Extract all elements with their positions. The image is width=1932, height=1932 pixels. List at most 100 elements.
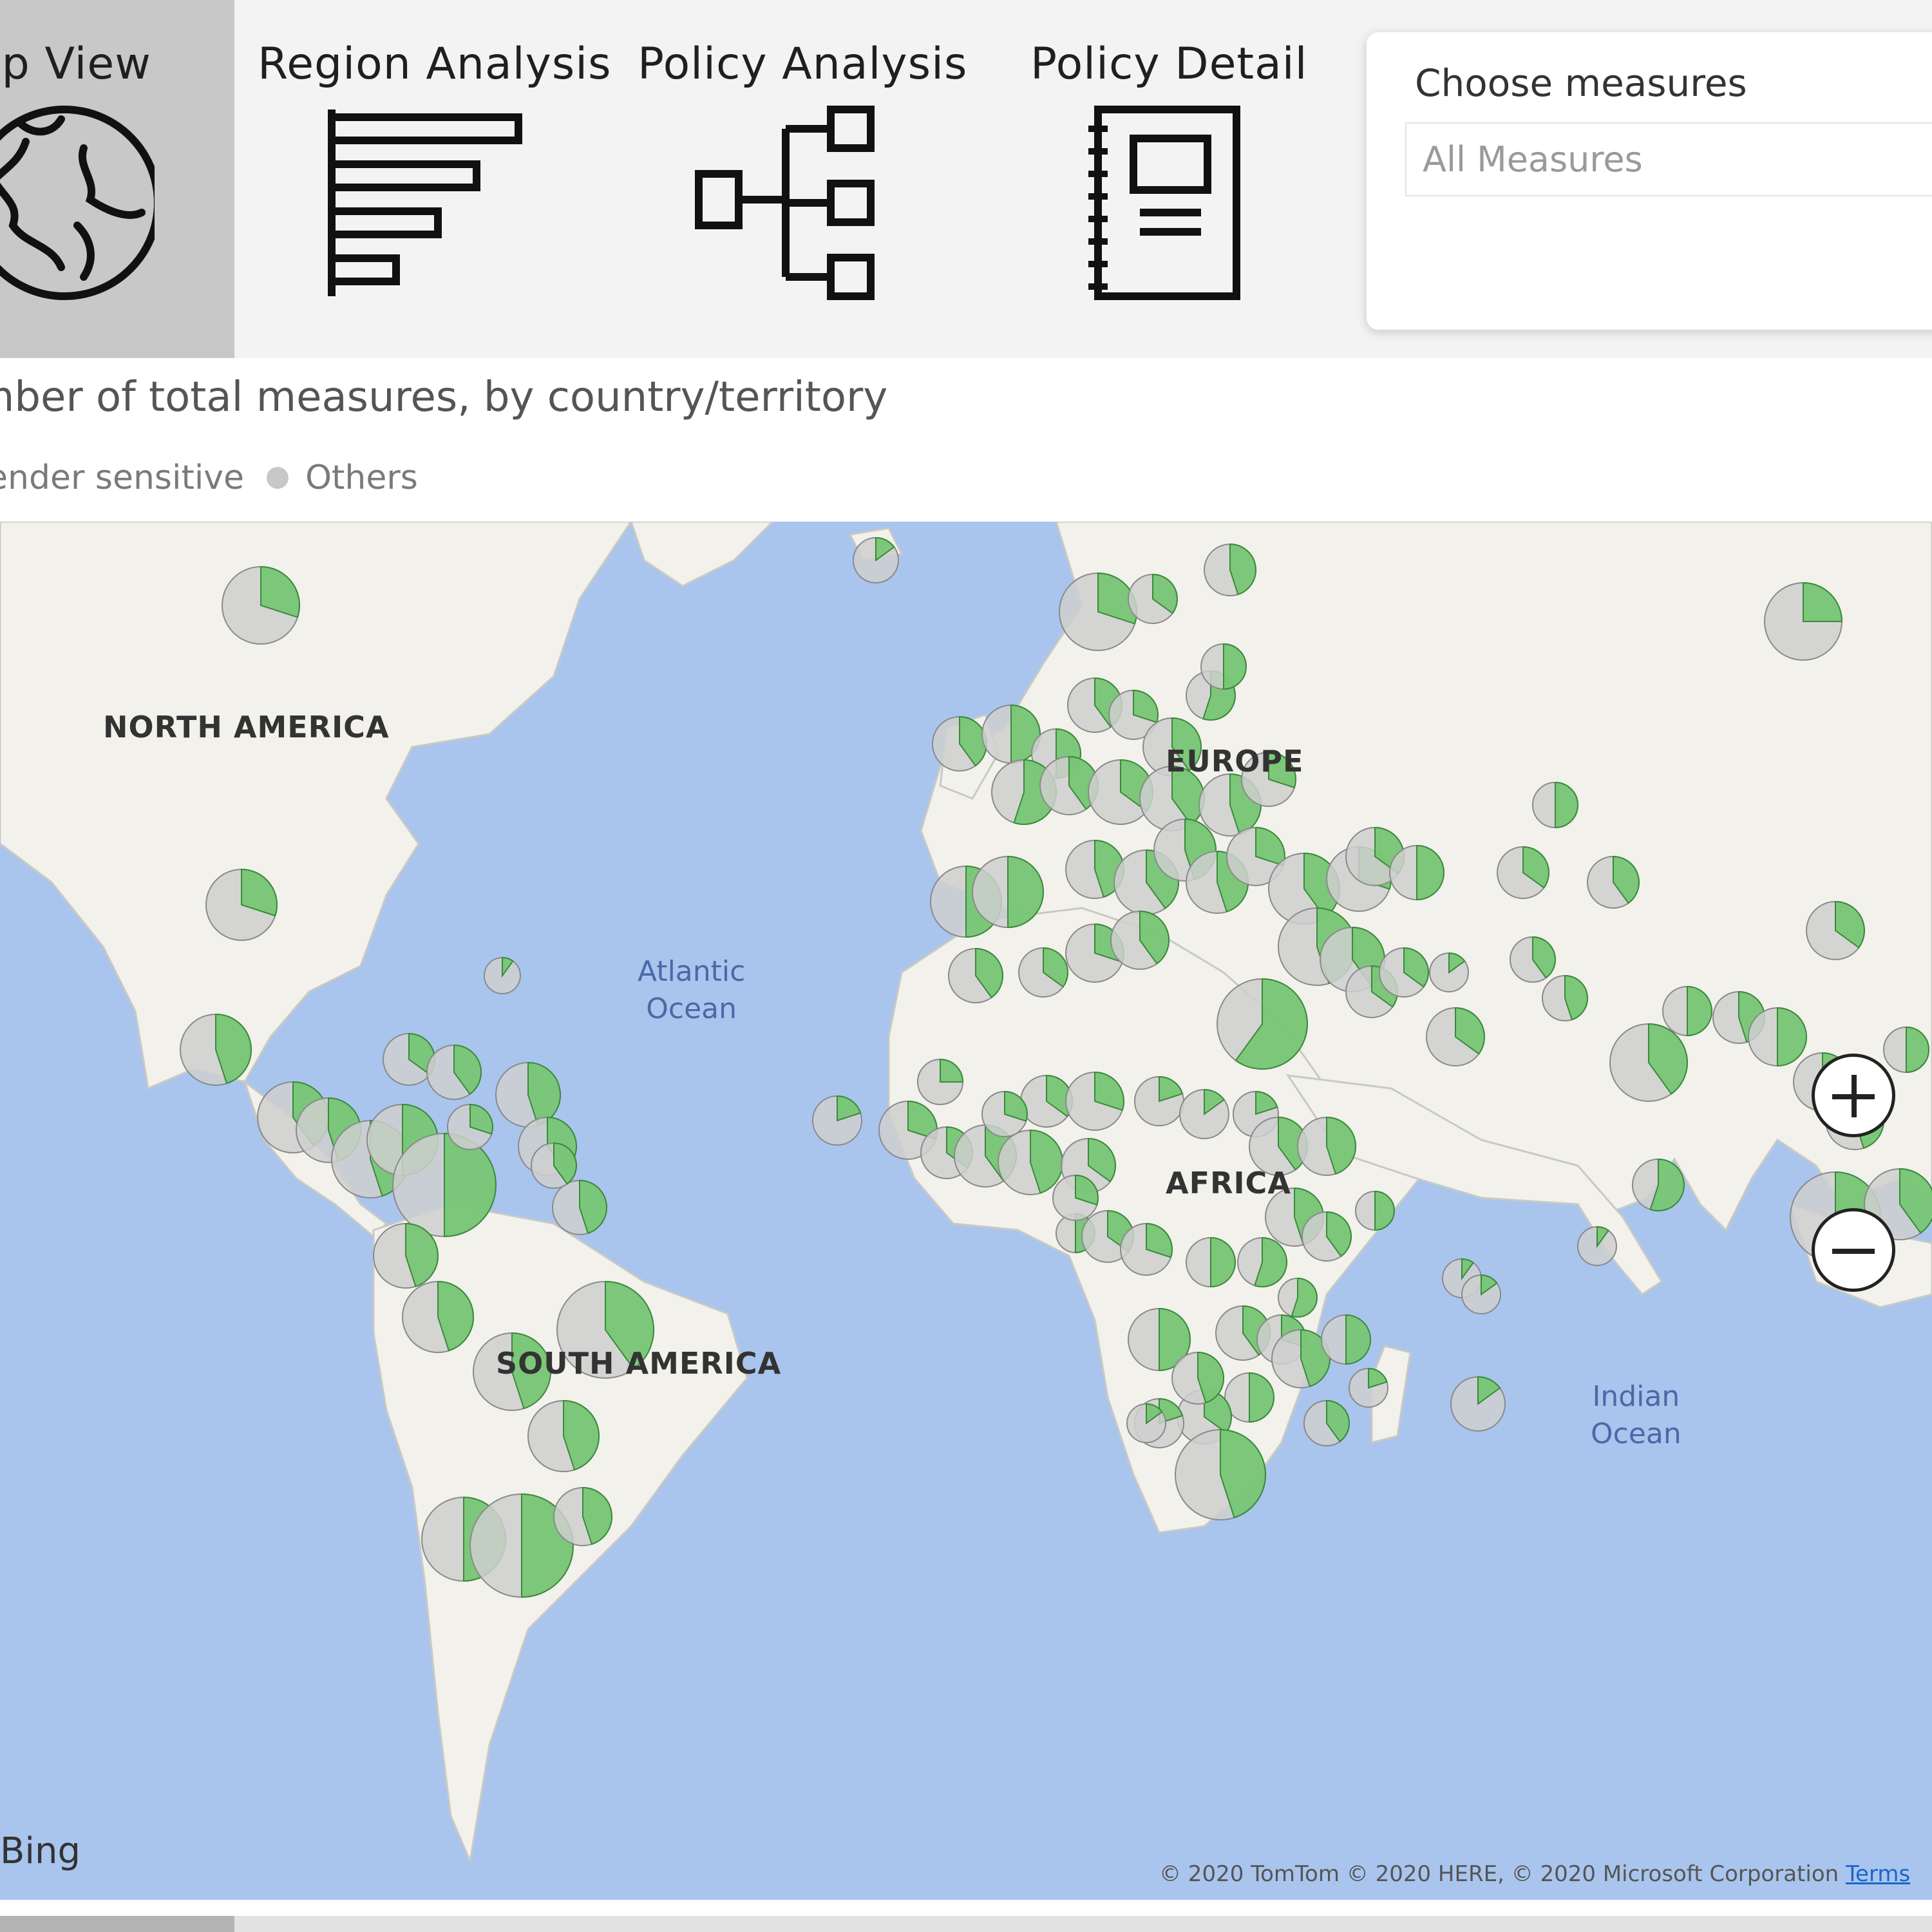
legend-others-label: Others — [305, 459, 418, 497]
country-pie-marker[interactable] — [1662, 985, 1712, 1037]
terms-link[interactable]: Terms — [1846, 1861, 1910, 1887]
country-pie-marker[interactable] — [1179, 1088, 1229, 1139]
country-pie-marker[interactable] — [981, 1090, 1028, 1137]
world-map[interactable]: NORTH AMERICA EUROPE AFRICA SOUTH AMERIC… — [0, 522, 1932, 1900]
country-pie-marker[interactable] — [1379, 947, 1429, 998]
country-pie-marker[interactable] — [552, 1179, 607, 1235]
nav-map-view-button[interactable]: ap View — [0, 0, 234, 358]
country-pie-marker[interactable] — [1764, 582, 1843, 661]
zoom-in-button[interactable] — [1812, 1054, 1895, 1137]
label-atlantic-ocean: Atlantic Ocean — [638, 953, 745, 1028]
country-pie-marker[interactable] — [1883, 1026, 1929, 1074]
indian-line1: Indian — [1592, 1380, 1680, 1413]
country-pie-marker[interactable] — [222, 565, 300, 645]
country-pie-marker[interactable] — [1171, 1351, 1224, 1405]
bing-attribution: Bing — [0, 1830, 81, 1872]
country-pie-marker[interactable] — [1134, 1075, 1184, 1126]
country-pie-marker[interactable] — [484, 956, 521, 994]
country-pie-marker[interactable] — [1065, 1071, 1124, 1131]
country-pie-marker[interactable] — [1110, 910, 1170, 970]
nav-map-view-label: ap View — [0, 39, 151, 90]
atlantic-line2: Ocean — [646, 992, 737, 1025]
country-pie-marker[interactable] — [1278, 1277, 1318, 1318]
nav-policy-detail-label: Policy Detail — [1030, 39, 1308, 90]
country-pie-marker[interactable] — [1806, 900, 1865, 960]
country-pie-marker[interactable] — [447, 1103, 493, 1150]
country-pie-marker[interactable] — [1542, 974, 1588, 1021]
zoom-out-button[interactable] — [1812, 1208, 1895, 1292]
country-pie-marker[interactable] — [392, 1132, 497, 1238]
country-pie-marker[interactable] — [373, 1222, 439, 1289]
country-pie-marker[interactable] — [948, 947, 1003, 1003]
chart-legend: ender sensitive Others — [0, 459, 418, 497]
country-pie-marker[interactable] — [1426, 1007, 1485, 1066]
label-indian-ocean: Indian Ocean — [1591, 1378, 1681, 1453]
country-pie-marker[interactable] — [1126, 1403, 1166, 1443]
country-pie-marker[interactable] — [1321, 1314, 1371, 1365]
country-pie-marker[interactable] — [1204, 543, 1256, 596]
measures-dropdown[interactable]: All Measures — [1405, 122, 1932, 196]
hierarchy-icon — [695, 106, 875, 300]
country-pie-marker[interactable] — [1175, 1428, 1266, 1520]
country-pie-marker[interactable] — [1577, 1226, 1617, 1266]
country-pie-marker[interactable] — [1748, 1007, 1807, 1067]
measures-dropdown-value: All Measures — [1423, 139, 1643, 180]
country-pie-marker[interactable] — [1609, 1023, 1689, 1102]
nav-policy-detail-button[interactable]: Policy Detail — [1021, 0, 1323, 358]
country-pie-marker[interactable] — [1497, 846, 1549, 899]
country-pie-marker[interactable] — [1632, 1158, 1685, 1211]
notebook-icon — [1088, 106, 1240, 300]
country-pie-marker[interactable] — [1429, 952, 1469, 992]
country-pie-marker[interactable] — [1303, 1399, 1350, 1446]
country-pie-marker[interactable] — [932, 715, 987, 772]
measures-filter-card: Choose measures All Measures — [1367, 32, 1932, 330]
bar-chart-icon — [328, 109, 522, 296]
country-pie-marker[interactable] — [1059, 572, 1137, 651]
country-pie-marker[interactable] — [1018, 947, 1068, 998]
legend-others-marker — [266, 467, 289, 489]
country-pie-marker[interactable] — [1128, 573, 1178, 624]
country-pie-marker[interactable] — [812, 1095, 862, 1146]
country-pie-marker[interactable] — [998, 1129, 1063, 1195]
atlantic-line1: Atlantic — [638, 955, 746, 988]
country-pie-marker[interactable] — [1237, 1236, 1287, 1287]
country-pie-marker[interactable] — [1217, 978, 1308, 1070]
country-pie-marker[interactable] — [1120, 1222, 1173, 1276]
country-pie-marker[interactable] — [553, 1486, 612, 1546]
country-pie-marker[interactable] — [1020, 1074, 1073, 1128]
country-pie-marker[interactable] — [972, 855, 1044, 929]
chart-title: mber of total measures, by country/terri… — [0, 374, 888, 421]
map-copyright-text: © 2020 TomTom © 2020 HERE, © 2020 Micros… — [1159, 1861, 1839, 1887]
country-pie-marker[interactable] — [1389, 844, 1444, 901]
country-pie-marker[interactable] — [1302, 1211, 1352, 1262]
country-pie-marker[interactable] — [1450, 1376, 1506, 1432]
country-pie-marker[interactable] — [1355, 1190, 1395, 1231]
legend-gender-sensitive-label: ender sensitive — [0, 459, 245, 497]
country-pie-marker[interactable] — [917, 1058, 964, 1105]
country-pie-marker[interactable] — [1297, 1116, 1356, 1176]
country-pie-marker[interactable] — [402, 1280, 474, 1353]
country-pie-marker[interactable] — [180, 1013, 252, 1086]
country-pie-marker[interactable] — [1052, 1174, 1099, 1221]
country-pie-marker[interactable] — [1532, 781, 1578, 829]
country-pie-marker[interactable] — [426, 1044, 482, 1100]
map-copyright: © 2020 TomTom © 2020 HERE, © 2020 Micros… — [1159, 1861, 1910, 1887]
nav-policy-analysis-button[interactable]: Policy Analysis — [628, 0, 989, 358]
country-pie-marker[interactable] — [1200, 643, 1247, 690]
country-pie-marker[interactable] — [1510, 936, 1556, 983]
country-pie-marker[interactable] — [1186, 1236, 1236, 1288]
country-pie-marker[interactable] — [527, 1399, 600, 1472]
country-pie-marker[interactable] — [1587, 855, 1640, 909]
country-pie-marker[interactable] — [853, 536, 899, 583]
country-pie-marker[interactable] — [1461, 1274, 1501, 1314]
country-pie-marker[interactable] — [1349, 1367, 1388, 1408]
country-pie-marker[interactable] — [1224, 1372, 1274, 1423]
label-europe: EUROPE — [1166, 744, 1304, 779]
plus-icon-vertical — [1852, 1075, 1857, 1117]
nav-region-analysis-label: Region Analysis — [258, 39, 612, 90]
indian-line2: Ocean — [1591, 1417, 1681, 1450]
nav-region-analysis-button[interactable]: Region Analysis — [248, 0, 612, 358]
country-pie-marker[interactable] — [205, 868, 278, 941]
measures-filter-title: Choose measures — [1415, 61, 1747, 105]
country-pie-marker[interactable] — [531, 1142, 577, 1189]
